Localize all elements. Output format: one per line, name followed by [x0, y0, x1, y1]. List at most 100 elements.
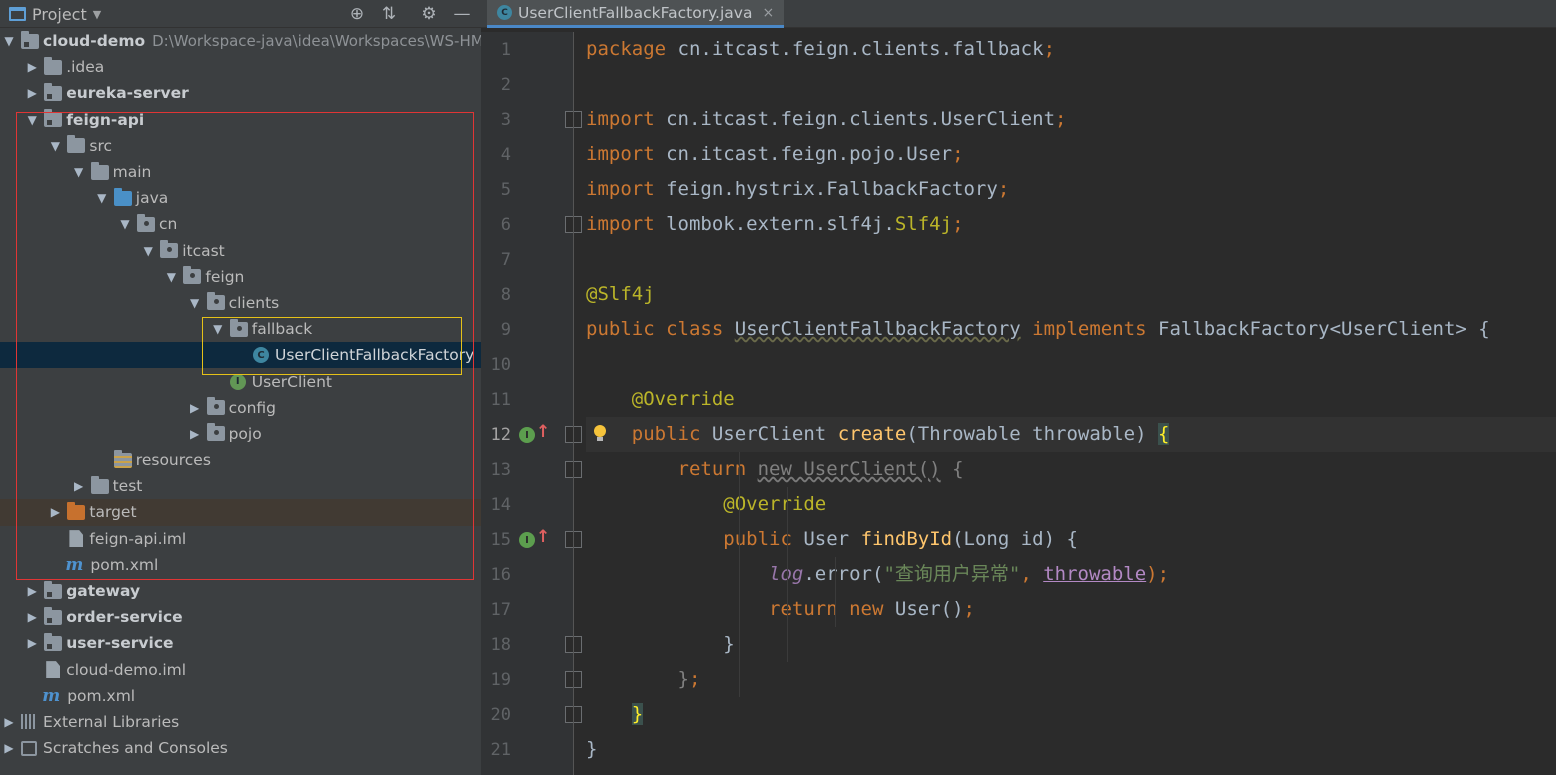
tree-item-feign-api[interactable]: ▼ feign-api	[0, 107, 481, 133]
tree-item-pom-xml[interactable]: ▶mpom.xml	[0, 683, 481, 709]
implements-marker-icon[interactable]: I ↑	[519, 527, 550, 550]
code-line[interactable]: @Override	[586, 382, 1556, 417]
collapse-icon[interactable]: ⇅	[378, 3, 400, 25]
collapsed-arrow-icon[interactable]: ▶	[25, 610, 39, 624]
line-number[interactable]: 11	[481, 390, 511, 410]
collapsed-arrow-icon[interactable]: ▶	[48, 505, 62, 519]
tree-item-feign-api-iml[interactable]: ▶feign-api.iml	[0, 526, 481, 552]
collapsed-arrow-icon[interactable]: ▶	[2, 741, 16, 755]
tree-item-config[interactable]: ▶ config	[0, 395, 481, 421]
implements-marker-icon[interactable]: I ↑	[519, 422, 550, 445]
tree-item-pom-xml[interactable]: ▶mpom.xml	[0, 552, 481, 578]
collapsed-arrow-icon[interactable]: ▶	[188, 427, 202, 441]
collapsed-arrow-icon[interactable]: ▶	[72, 479, 86, 493]
expanded-arrow-icon[interactable]: ▼	[2, 34, 16, 48]
expanded-arrow-icon[interactable]: ▼	[164, 270, 178, 284]
line-number[interactable]: 12	[481, 425, 511, 445]
code-line[interactable]: import feign.hystrix.FallbackFactory;	[586, 172, 1556, 207]
tree-item-src[interactable]: ▼ src	[0, 133, 481, 159]
hide-icon[interactable]: —	[451, 3, 473, 25]
code-line[interactable]: };	[586, 662, 1556, 697]
code-line[interactable]: }	[586, 732, 1556, 767]
chevron-down-icon[interactable]: ▼	[93, 8, 101, 21]
code-line[interactable]: return new UserClient() {	[586, 452, 1556, 487]
tree-item-feign[interactable]: ▼ feign	[0, 264, 481, 290]
code-line[interactable]: import cn.itcast.feign.pojo.User;	[586, 137, 1556, 172]
code-line[interactable]: @Slf4j	[586, 277, 1556, 312]
expanded-arrow-icon[interactable]: ▼	[118, 217, 132, 231]
expanded-arrow-icon[interactable]: ▼	[72, 165, 86, 179]
code-line[interactable]: log.error("查询用户异常", throwable);	[586, 557, 1556, 592]
collapsed-arrow-icon[interactable]: ▶	[25, 584, 39, 598]
code-line[interactable]: public UserClient create(Throwable throw…	[586, 417, 1556, 452]
line-number[interactable]: 6	[481, 215, 511, 235]
line-number[interactable]: 9	[481, 320, 511, 340]
code-line[interactable]: import lombok.extern.slf4j.Slf4j;	[586, 207, 1556, 242]
code-line[interactable]: package cn.itcast.feign.clients.fallback…	[586, 32, 1556, 67]
line-number[interactable]: 21	[481, 740, 511, 760]
tree-item-main[interactable]: ▼ main	[0, 159, 481, 185]
collapsed-arrow-icon[interactable]: ▶	[25, 636, 39, 650]
tree-item-external-libraries[interactable]: ▶ External Libraries	[0, 709, 481, 735]
line-number[interactable]: 20	[481, 705, 511, 725]
tree-item-pojo[interactable]: ▶ pojo	[0, 421, 481, 447]
tree-item-test[interactable]: ▶ test	[0, 473, 481, 499]
expanded-arrow-icon[interactable]: ▼	[95, 191, 109, 205]
tree-item-scratches-and-consoles[interactable]: ▶ Scratches and Consoles	[0, 735, 481, 761]
code-line[interactable]	[586, 242, 1556, 277]
line-number[interactable]: 1	[481, 40, 511, 60]
expanded-arrow-icon[interactable]: ▼	[141, 244, 155, 258]
line-number[interactable]: 5	[481, 180, 511, 200]
line-number[interactable]: 13	[481, 460, 511, 480]
code-line[interactable]: import cn.itcast.feign.clients.UserClien…	[586, 102, 1556, 137]
collapsed-arrow-icon[interactable]: ▶	[25, 86, 39, 100]
code-line[interactable]: public class UserClientFallbackFactory i…	[586, 312, 1556, 347]
line-number[interactable]: 8	[481, 285, 511, 305]
line-number[interactable]: 10	[481, 355, 511, 375]
tree-item-itcast[interactable]: ▼ itcast	[0, 238, 481, 264]
expanded-arrow-icon[interactable]: ▼	[48, 139, 62, 153]
tree-item-fallback[interactable]: ▼ fallback	[0, 316, 481, 342]
tree-item-eureka-server[interactable]: ▶ eureka-server	[0, 80, 481, 106]
code-line[interactable]	[586, 347, 1556, 382]
locate-icon[interactable]: ⊕	[346, 3, 368, 25]
code-line[interactable]: }	[586, 697, 1556, 732]
code-line[interactable]	[586, 67, 1556, 102]
collapsed-arrow-icon[interactable]: ▶	[188, 401, 202, 415]
tree-item-gateway[interactable]: ▶ gateway	[0, 578, 481, 604]
collapsed-arrow-icon[interactable]: ▶	[25, 60, 39, 74]
line-number[interactable]: 4	[481, 145, 511, 165]
line-number[interactable]: 14	[481, 495, 511, 515]
expanded-arrow-icon[interactable]: ▼	[25, 113, 39, 127]
tree-item-java[interactable]: ▼ java	[0, 185, 481, 211]
line-number[interactable]: 3	[481, 110, 511, 130]
tree-item-resources[interactable]: ▶resources	[0, 447, 481, 473]
line-number[interactable]: 17	[481, 600, 511, 620]
code-line[interactable]: public User findById(Long id) {	[586, 522, 1556, 557]
tree-item-cloud-demo-iml[interactable]: ▶cloud-demo.iml	[0, 657, 481, 683]
code-line[interactable]: return new User();	[586, 592, 1556, 627]
line-number[interactable]: 16	[481, 565, 511, 585]
code-line[interactable]: }	[586, 627, 1556, 662]
gear-icon[interactable]: ⚙	[418, 3, 440, 25]
line-number[interactable]: 18	[481, 635, 511, 655]
tree-item-target[interactable]: ▶ target	[0, 499, 481, 526]
tree-item-clients[interactable]: ▼ clients	[0, 290, 481, 316]
tree-item-userclient[interactable]: ▶IUserClient	[0, 368, 481, 394]
lightbulb-icon[interactable]	[593, 425, 607, 443]
line-number[interactable]: 19	[481, 670, 511, 690]
expanded-arrow-icon[interactable]: ▼	[211, 322, 225, 336]
line-number[interactable]: 2	[481, 75, 511, 95]
project-view-selector[interactable]: Project ▼	[9, 3, 101, 25]
expanded-arrow-icon[interactable]: ▼	[188, 296, 202, 310]
tree-item--idea[interactable]: ▶ .idea	[0, 54, 481, 80]
line-number[interactable]: 15	[481, 530, 511, 550]
tree-item-user-service[interactable]: ▶ user-service	[0, 630, 481, 656]
tree-item-userclientfallbackfactory[interactable]: ▶CUserClientFallbackFactory	[0, 342, 481, 369]
tree-item-cn[interactable]: ▼ cn	[0, 211, 481, 237]
close-icon[interactable]: ×	[762, 5, 774, 21]
tab-userclientfallbackfactory[interactable]: C UserClientFallbackFactory.java ×	[487, 0, 785, 28]
line-number-gutter[interactable]: 1 2 3 4 5 6 7 8 9 10 11 12 I ↑ 13 14 15 I ↑ 16 17 18 19 20 21	[481, 32, 582, 775]
tree-item-order-service[interactable]: ▶ order-service	[0, 604, 481, 630]
code-line[interactable]: @Override	[586, 487, 1556, 522]
